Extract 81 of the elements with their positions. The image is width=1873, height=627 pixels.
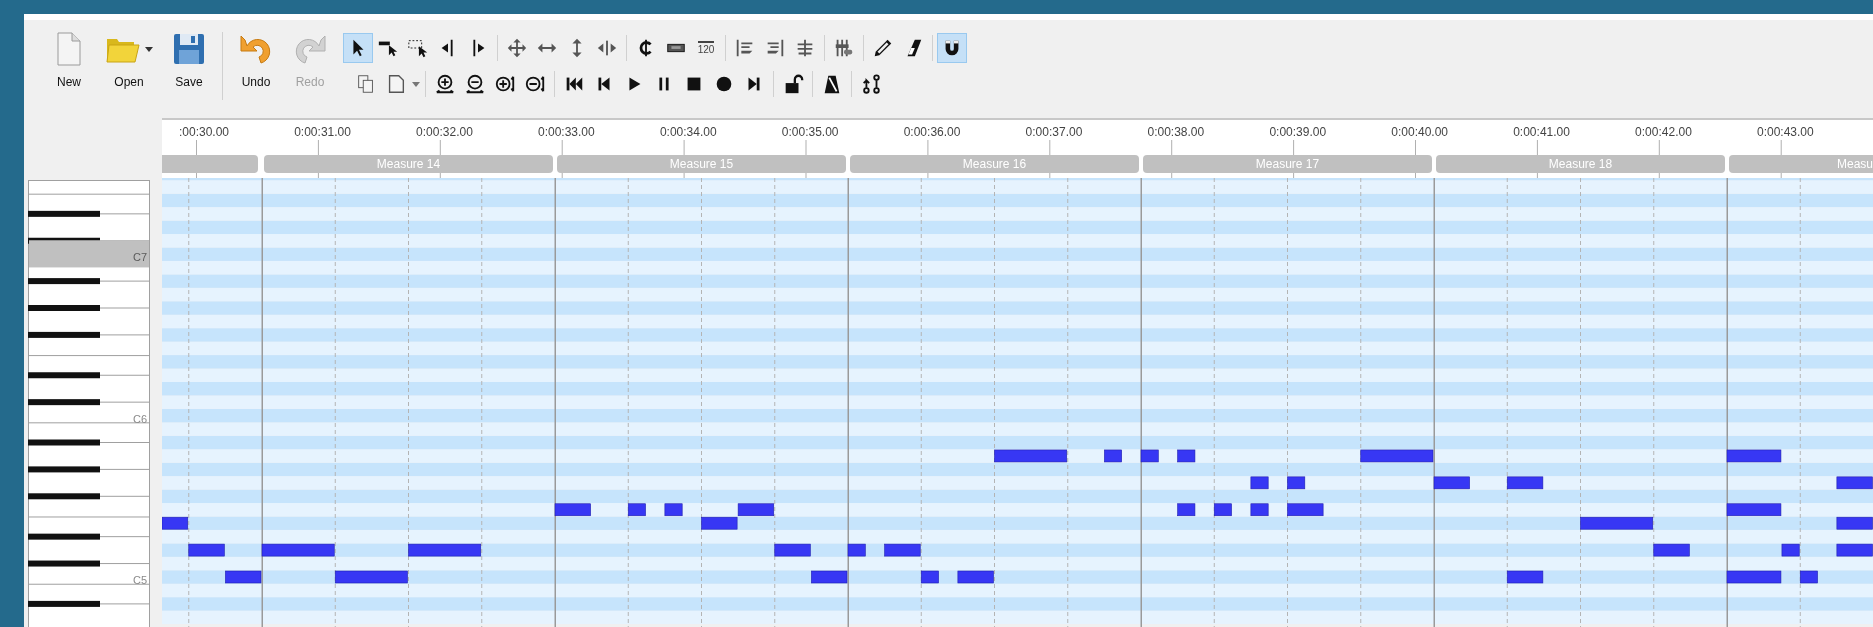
rect-select-icon (407, 37, 429, 59)
note[interactable] (1836, 516, 1873, 530)
note[interactable] (664, 503, 683, 517)
undo-button[interactable]: Undo (229, 30, 283, 88)
note[interactable] (1140, 449, 1159, 463)
note[interactable] (1726, 503, 1782, 517)
measure-bar[interactable]: Measure 17 (1143, 155, 1432, 173)
key-label: C7 (132, 251, 147, 264)
open-button[interactable]: Open (96, 30, 162, 88)
measure-bar[interactable]: Measure 18 (1436, 155, 1725, 173)
zoom-in-horizontal-icon (494, 73, 516, 95)
new-button[interactable]: New (42, 30, 96, 88)
note[interactable] (1104, 449, 1122, 463)
zoom-in-vertical-icon (434, 73, 456, 95)
time-label: 0:00:38.00 (1147, 126, 1205, 138)
note[interactable] (1250, 476, 1269, 490)
note[interactable] (737, 503, 775, 517)
branch-icon (860, 73, 882, 95)
note[interactable] (1653, 543, 1690, 557)
move-arrows-icon (506, 37, 528, 59)
note[interactable] (1177, 449, 1196, 463)
time-label: 0:00:43.00 (1757, 126, 1814, 138)
note[interactable] (188, 543, 225, 557)
note[interactable] (1799, 570, 1818, 584)
note[interactable] (847, 543, 866, 557)
piano-keys-drawing[interactable] (28, 180, 150, 627)
note[interactable] (811, 570, 848, 584)
pointer-tool[interactable] (343, 33, 373, 63)
note[interactable] (1506, 570, 1544, 584)
note[interactable] (1287, 503, 1324, 517)
note[interactable] (1213, 503, 1232, 517)
key-label: C6 (132, 412, 147, 425)
note[interactable] (1580, 516, 1654, 530)
time-label: 0:00:34.00 (659, 126, 717, 138)
time-label: :00:30.00 (178, 126, 229, 138)
measure-bar[interactable]: Measure 14 (264, 155, 553, 173)
time-label: 0:00:42.00 (1635, 126, 1692, 138)
magnet-tool[interactable] (937, 33, 967, 63)
note[interactable] (884, 543, 921, 557)
note[interactable] (1726, 449, 1782, 463)
time-label: 0:00:36.00 (903, 126, 961, 138)
note[interactable] (225, 570, 262, 584)
note[interactable] (1360, 449, 1434, 463)
zoom-out-horizontal-icon (524, 73, 546, 95)
note[interactable] (1726, 570, 1782, 584)
time-label: 0:00:31.00 (294, 126, 351, 138)
time-label: 0:00:41.00 (1513, 126, 1570, 138)
note[interactable] (920, 570, 939, 584)
tempo-button[interactable]: 120 (691, 33, 721, 63)
note[interactable] (1836, 476, 1873, 490)
note[interactable] (957, 570, 994, 584)
pencil-icon (872, 37, 894, 59)
note[interactable] (627, 503, 646, 517)
note[interactable] (261, 543, 335, 557)
note[interactable] (1506, 476, 1544, 490)
time-label: 0:00:37.00 (1025, 126, 1083, 138)
note[interactable] (701, 516, 738, 530)
note[interactable] (1287, 476, 1306, 490)
note[interactable] (994, 449, 1068, 463)
key-label: C5 (132, 574, 147, 586)
note[interactable] (1781, 543, 1800, 557)
time-label: 0:00:32.00 (416, 126, 473, 138)
note[interactable] (1836, 543, 1873, 557)
note[interactable] (334, 570, 408, 584)
time-label: 0:00:40.00 (1391, 126, 1448, 138)
time-label: 0:00:35.00 (781, 126, 839, 138)
measure-bar[interactable]: Measure 15 (557, 155, 846, 173)
note[interactable] (774, 543, 811, 557)
note[interactable] (554, 503, 591, 517)
time-label: 0:00:33.00 (538, 126, 595, 138)
measure-bar[interactable]: Measure 16 (850, 155, 1139, 173)
note[interactable] (1177, 503, 1196, 517)
time-label: 0:00:39.00 (1269, 126, 1327, 138)
mixer-icon (833, 37, 855, 59)
zoom-out-vertical-icon (464, 73, 486, 95)
note[interactable] (408, 543, 482, 557)
save-button[interactable]: Save (162, 30, 216, 88)
measure-bar[interactable]: Measu (1729, 155, 1873, 173)
note[interactable] (1250, 503, 1269, 517)
dropdown-caret-icon[interactable] (144, 45, 154, 53)
note[interactable] (1433, 476, 1470, 490)
